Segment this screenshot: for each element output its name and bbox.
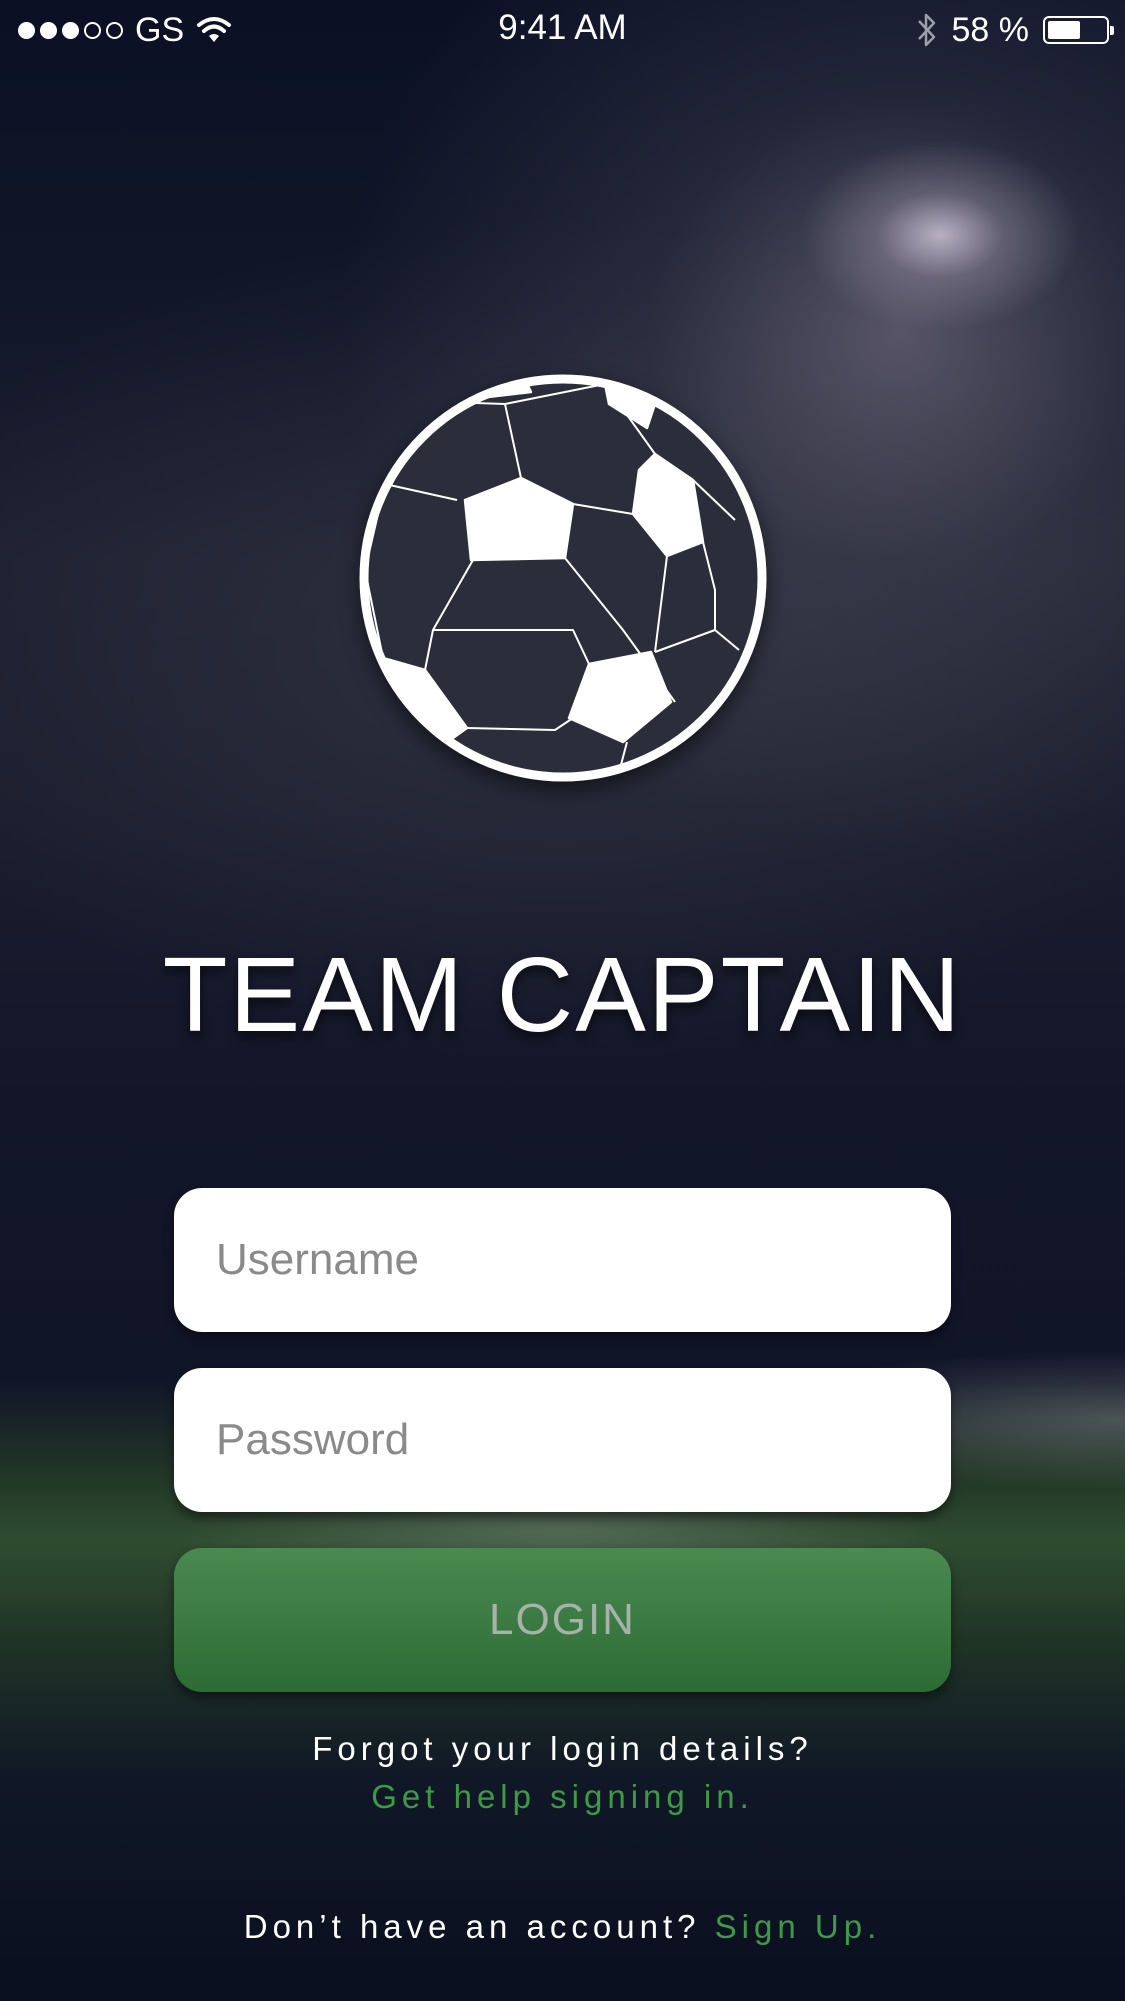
signup-line: Don’t have an account? Sign Up. — [0, 1908, 1125, 1946]
battery-fill — [1048, 21, 1081, 39]
username-field[interactable] — [174, 1188, 951, 1332]
status-right: 58 % — [916, 8, 1114, 52]
bluetooth-icon — [917, 13, 935, 47]
signup-link[interactable]: Sign Up. — [715, 1908, 882, 1945]
battery-percent: 58 % — [951, 10, 1030, 49]
help-signing-in-link[interactable]: Get help signing in. — [0, 1778, 1125, 1816]
status-bar: GS 9:41 AM 58 % — [0, 0, 1125, 60]
signup-prompt: Don’t have an account? — [243, 1908, 701, 1945]
username-input[interactable] — [174, 1188, 951, 1332]
forgot-login-text: Forgot your login details? — [312, 1730, 813, 1767]
app-title: TEAM CAPTAIN — [162, 936, 963, 1054]
soccer-ball-logo — [359, 374, 767, 782]
login-button[interactable]: LOGIN — [174, 1548, 951, 1692]
password-field[interactable] — [174, 1368, 951, 1512]
battery-icon — [1043, 16, 1114, 44]
password-input[interactable] — [174, 1368, 951, 1512]
